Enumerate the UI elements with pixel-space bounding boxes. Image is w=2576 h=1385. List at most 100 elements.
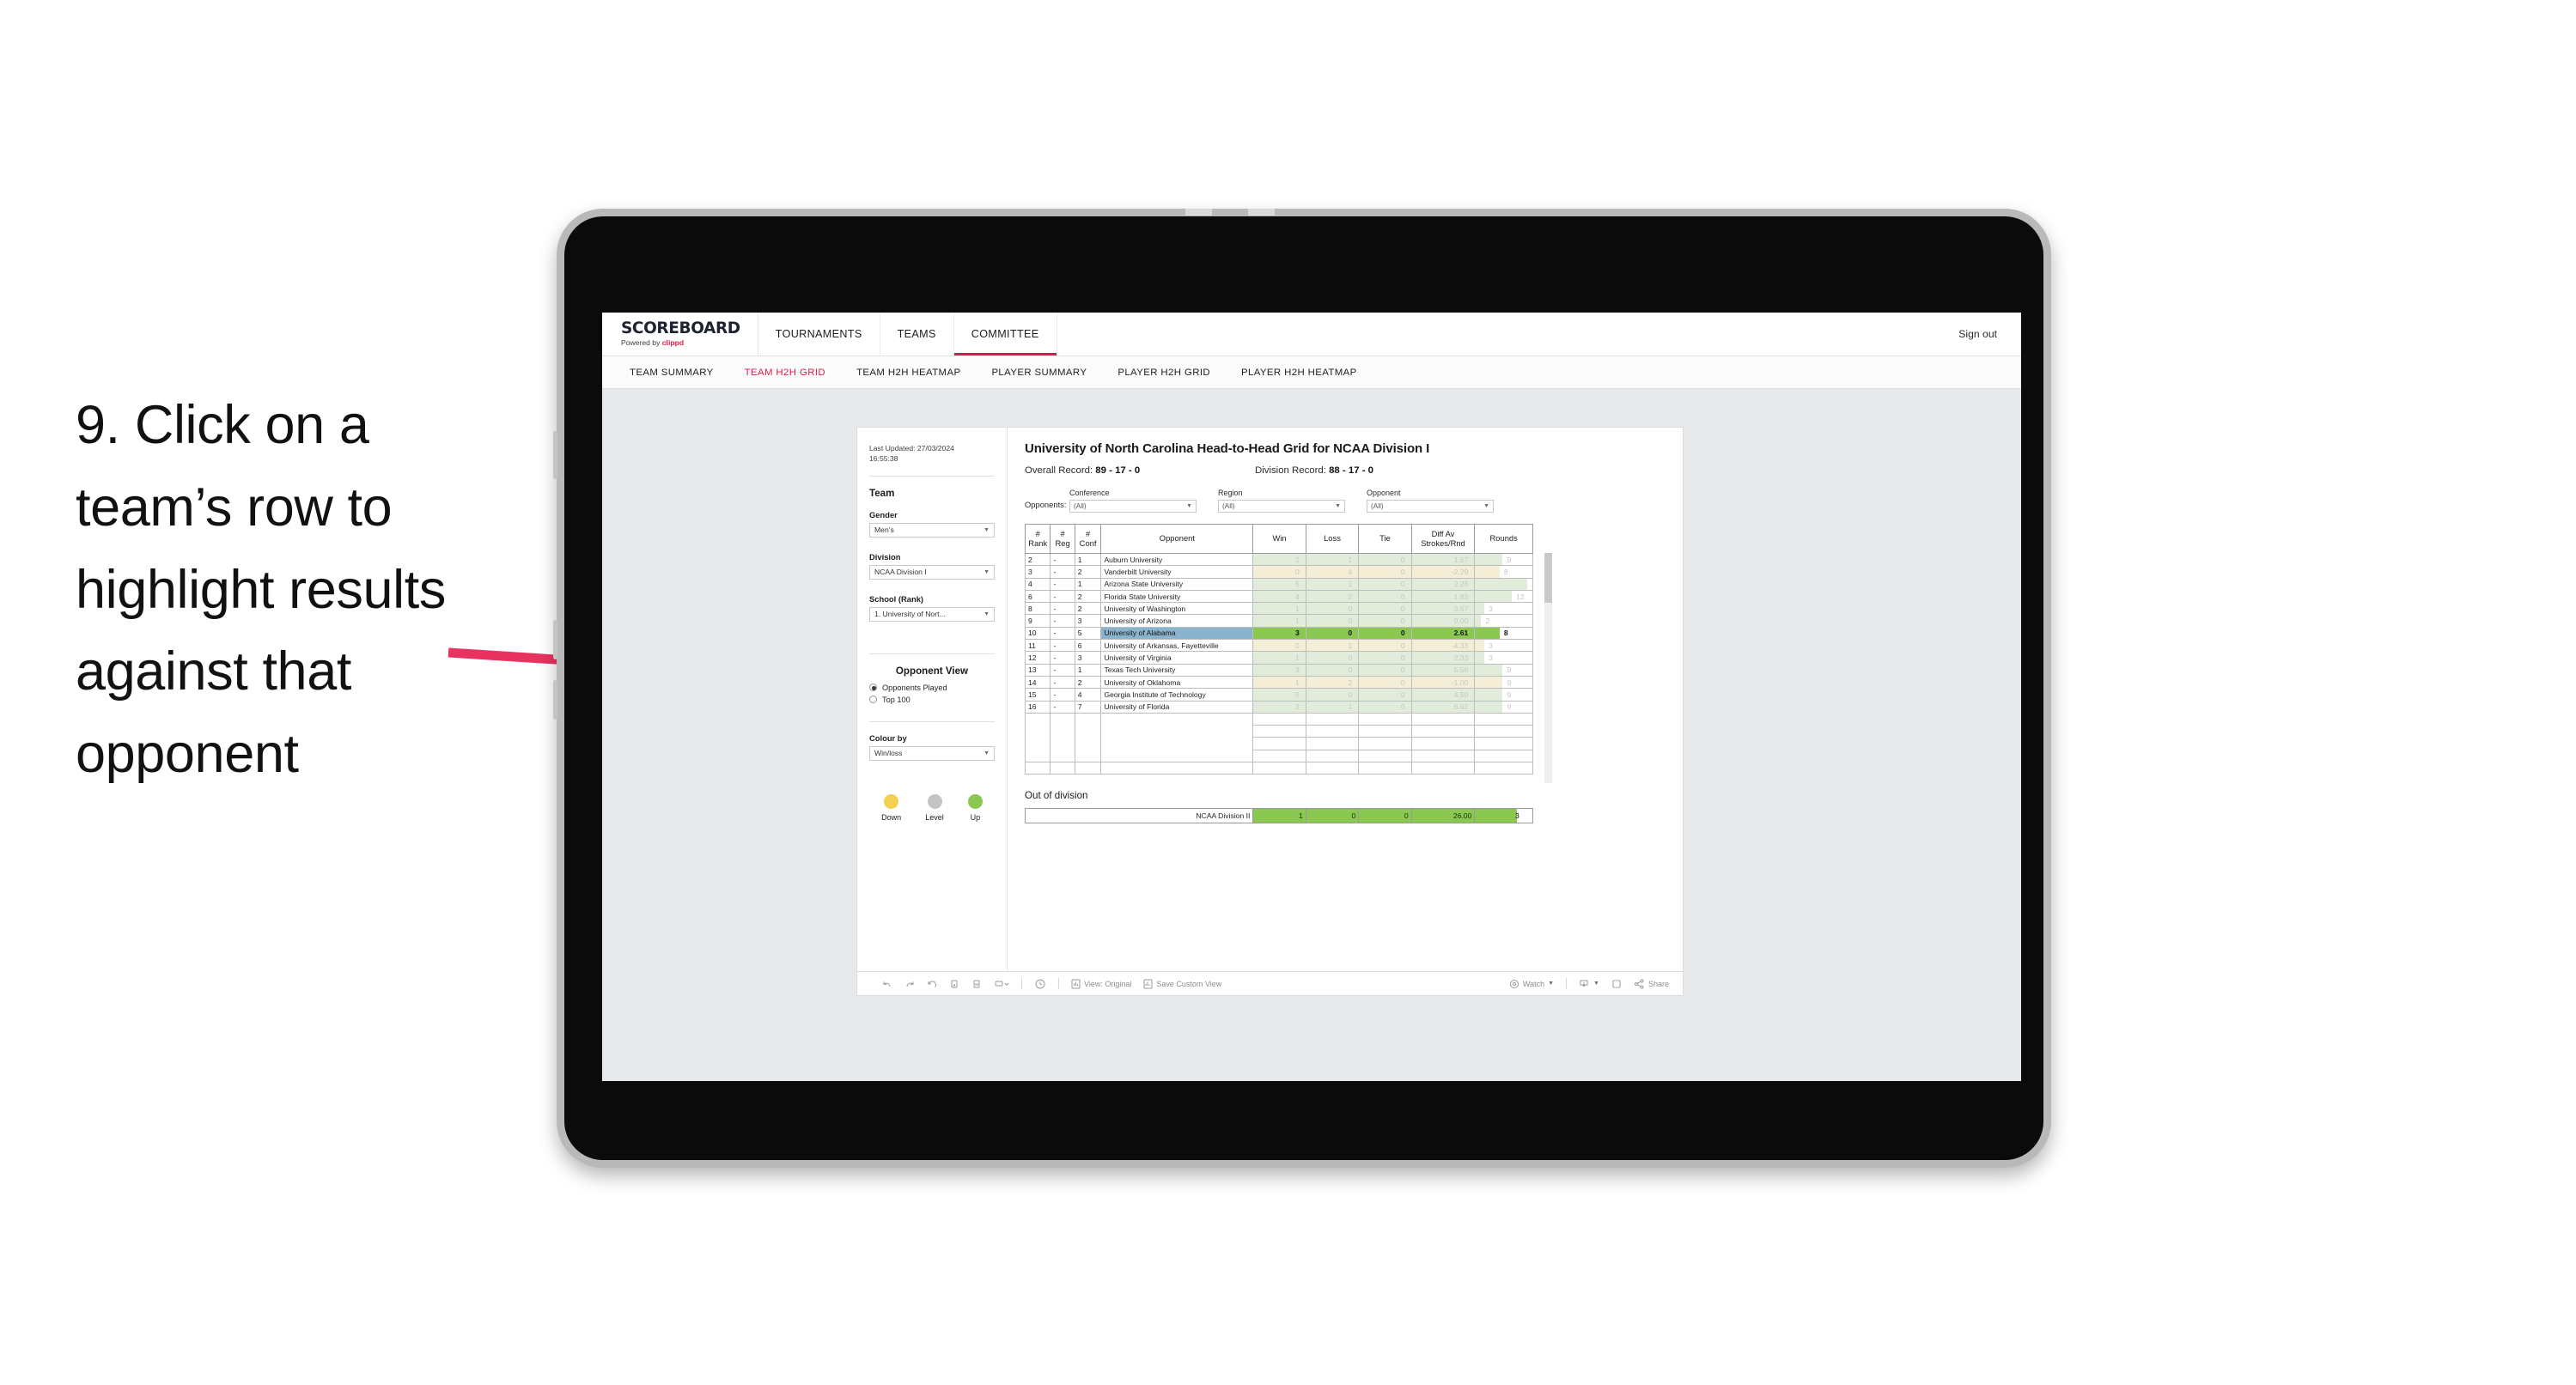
chevron-down-icon: ▼	[984, 568, 990, 575]
sub-navigation: TEAM SUMMARY TEAM H2H GRID TEAM H2H HEAT…	[602, 356, 2021, 389]
empty-cell	[1074, 712, 1102, 726]
tab-player-h2h-grid[interactable]: PLAYER H2H GRID	[1102, 368, 1226, 378]
radio-opponents-played[interactable]: Opponents Played	[869, 683, 995, 692]
col-header-win[interactable]: Win	[1252, 524, 1306, 554]
cell-win: 5	[1252, 688, 1306, 702]
filter-region-value: (All)	[1222, 502, 1235, 510]
table-row[interactable]: 16-7 University of Florida 3 1 0 6.62 9	[1024, 700, 1533, 714]
table-row[interactable]: 9-3 University of Arizona 1 0 0 9.00 2	[1024, 614, 1533, 628]
refresh-icon[interactable]	[943, 979, 965, 989]
col-header-conf[interactable]: # Conf	[1074, 524, 1102, 554]
col-header-rounds[interactable]: Rounds	[1474, 524, 1533, 554]
table-row[interactable]: 12-3 University of Virginia 1 0 0 2.33 3	[1024, 651, 1533, 665]
table-row[interactable]: 4-1Arizona State University5102.2817	[1024, 577, 1533, 591]
border-cell	[1474, 762, 1533, 775]
table-vertical-scrollbar[interactable]	[1544, 553, 1552, 783]
empty-cell	[1305, 725, 1360, 738]
scrollbar-thumb[interactable]	[1544, 553, 1552, 603]
cell-rounds: 9	[1474, 675, 1533, 689]
nav-committee[interactable]: COMMITTEE	[953, 313, 1057, 355]
empty-cell	[1410, 737, 1476, 750]
brand-logo[interactable]: SCOREBOARD Powered by clippd	[602, 313, 758, 355]
table-header-row: # Rank # Reg # Conf Opponent Win Loss Tie Diff Av S…	[1024, 524, 1533, 554]
table-row[interactable]: 8-2 University of Washington 1 0 0 3.67 3	[1024, 602, 1533, 616]
empty-cell	[1358, 712, 1412, 726]
colour-by-select[interactable]: Win/loss ▼	[869, 745, 995, 761]
view-original-label: View: Original	[1084, 979, 1132, 988]
cell-loss: 0	[1305, 614, 1360, 628]
nav-tournaments[interactable]: TOURNAMENTS	[758, 313, 880, 355]
overall-record: Overall Record: 89 - 17 - 0	[1025, 465, 1141, 476]
filter-opponent-select[interactable]: (All) ▼	[1367, 500, 1494, 513]
cell-opponent: Vanderbilt University	[1100, 565, 1254, 579]
tab-team-summary[interactable]: TEAM SUMMARY	[614, 368, 729, 378]
empty-cell	[1410, 749, 1476, 763]
table-row[interactable]: 14-2 University of Oklahoma 1 2 0 -1.00 9	[1024, 675, 1533, 689]
table-row[interactable]: 15-4 Georgia Institute of Technology 5 0 0 4.…	[1024, 688, 1533, 702]
empty-cell	[1474, 712, 1533, 726]
tab-player-summary[interactable]: PLAYER SUMMARY	[976, 368, 1102, 378]
history-icon[interactable]	[1028, 978, 1052, 990]
table-row[interactable]: 3-2 Vanderbilt University 0 4 0 -2.29 8	[1024, 565, 1533, 579]
pause-icon[interactable]	[965, 979, 988, 989]
col-header-opponent[interactable]: Opponent	[1100, 524, 1254, 554]
cell-rounds: 3	[1474, 639, 1533, 653]
cell-value: 0	[1348, 653, 1353, 663]
out-of-division-row[interactable]: NCAA Division II 1 0 0 26.00 3	[1024, 808, 1533, 824]
table-row[interactable]: 10-5 University of Alabama 3 0 0 2.61 8	[1024, 626, 1533, 641]
filter-region-select[interactable]: (All) ▼	[1218, 500, 1345, 513]
cell-diff: -1.00	[1410, 675, 1476, 689]
cell-rank: 15	[1024, 688, 1051, 702]
tab-team-h2h-grid[interactable]: TEAM H2H GRID	[729, 368, 841, 378]
cell-value: 0	[1348, 665, 1353, 675]
table-row[interactable]: 11-6 University of Arkansas, Fayetteville…	[1024, 639, 1533, 653]
rounds-value: 3	[1489, 604, 1493, 613]
share-label: Share	[1647, 979, 1669, 988]
undo-icon[interactable]	[876, 979, 898, 989]
sign-out-button[interactable]: | Sign out	[602, 313, 2021, 355]
division-select[interactable]: NCAA Division I ▼	[869, 564, 995, 580]
save-custom-view-button[interactable]: Save Custom View	[1137, 979, 1227, 989]
cell-reg: -	[1050, 626, 1075, 641]
tab-player-h2h-heatmap[interactable]: PLAYER H2H HEATMAP	[1226, 368, 1373, 378]
cell-loss: 1	[1305, 552, 1360, 567]
filter-conference-select[interactable]: (All) ▼	[1069, 500, 1197, 513]
filter-conference: Conference (All) ▼	[1069, 489, 1197, 513]
rounds-bar	[1475, 554, 1503, 565]
col-header-loss[interactable]: Loss	[1305, 524, 1360, 554]
col-header-rank[interactable]: # Rank	[1024, 524, 1051, 554]
share-button[interactable]: Share	[1628, 979, 1683, 989]
radio-top-100[interactable]: Top 100	[869, 696, 995, 704]
empty-cell	[1100, 712, 1254, 726]
watch-button[interactable]: Watch ▼	[1503, 979, 1560, 989]
table-empty-row	[1024, 712, 1533, 726]
table-row[interactable]: 6-2 Florida State University 4 2 0 1.83 12	[1024, 589, 1533, 604]
out-of-division-table: NCAA Division II 1 0 0 26.00 3	[1024, 808, 1533, 824]
table-row[interactable]: 13-1 Texas Tech University 3 0 0 5.56 9	[1024, 663, 1533, 677]
empty-cell	[1074, 737, 1102, 750]
redo-icon[interactable]	[898, 979, 921, 989]
cell-diff: 2.28	[1410, 577, 1476, 591]
empty-cell	[1305, 749, 1360, 763]
revert-icon[interactable]	[921, 979, 943, 989]
col-header-tie[interactable]: Tie	[1358, 524, 1412, 554]
gender-select[interactable]: Men’s ▼	[869, 522, 995, 538]
table-row[interactable]: 2-1 Auburn University 2 1 0 1.67 9	[1024, 552, 1533, 567]
cell-tie: 0	[1358, 688, 1412, 702]
table-empty-row	[1024, 725, 1533, 738]
download-button[interactable]: ▼	[1573, 979, 1605, 989]
school-select[interactable]: 1. University of Nort... ▼	[869, 606, 995, 622]
nav-teams[interactable]: TEAMS	[880, 313, 954, 355]
col-header-diff-av-strokes-rnd[interactable]: Diff Av Strokes/Rnd	[1410, 524, 1476, 554]
view-original-button[interactable]: View: Original	[1065, 979, 1137, 989]
col-header-reg[interactable]: # Reg	[1050, 524, 1075, 554]
tablet-side-button	[553, 431, 557, 479]
fullscreen-button[interactable]	[1605, 979, 1628, 989]
radio-icon	[869, 696, 877, 704]
h2h-grid-body: 2-1 Auburn University 2 1 0 1.67 9 3-2 Vanderbil…	[1024, 552, 1533, 775]
highlight-icon[interactable]	[988, 979, 1015, 989]
rounds-value: 9	[1507, 555, 1512, 564]
tab-team-h2h-heatmap[interactable]: TEAM H2H HEATMAP	[841, 368, 976, 378]
empty-cell	[1305, 737, 1360, 750]
empty-cell	[1474, 725, 1533, 738]
